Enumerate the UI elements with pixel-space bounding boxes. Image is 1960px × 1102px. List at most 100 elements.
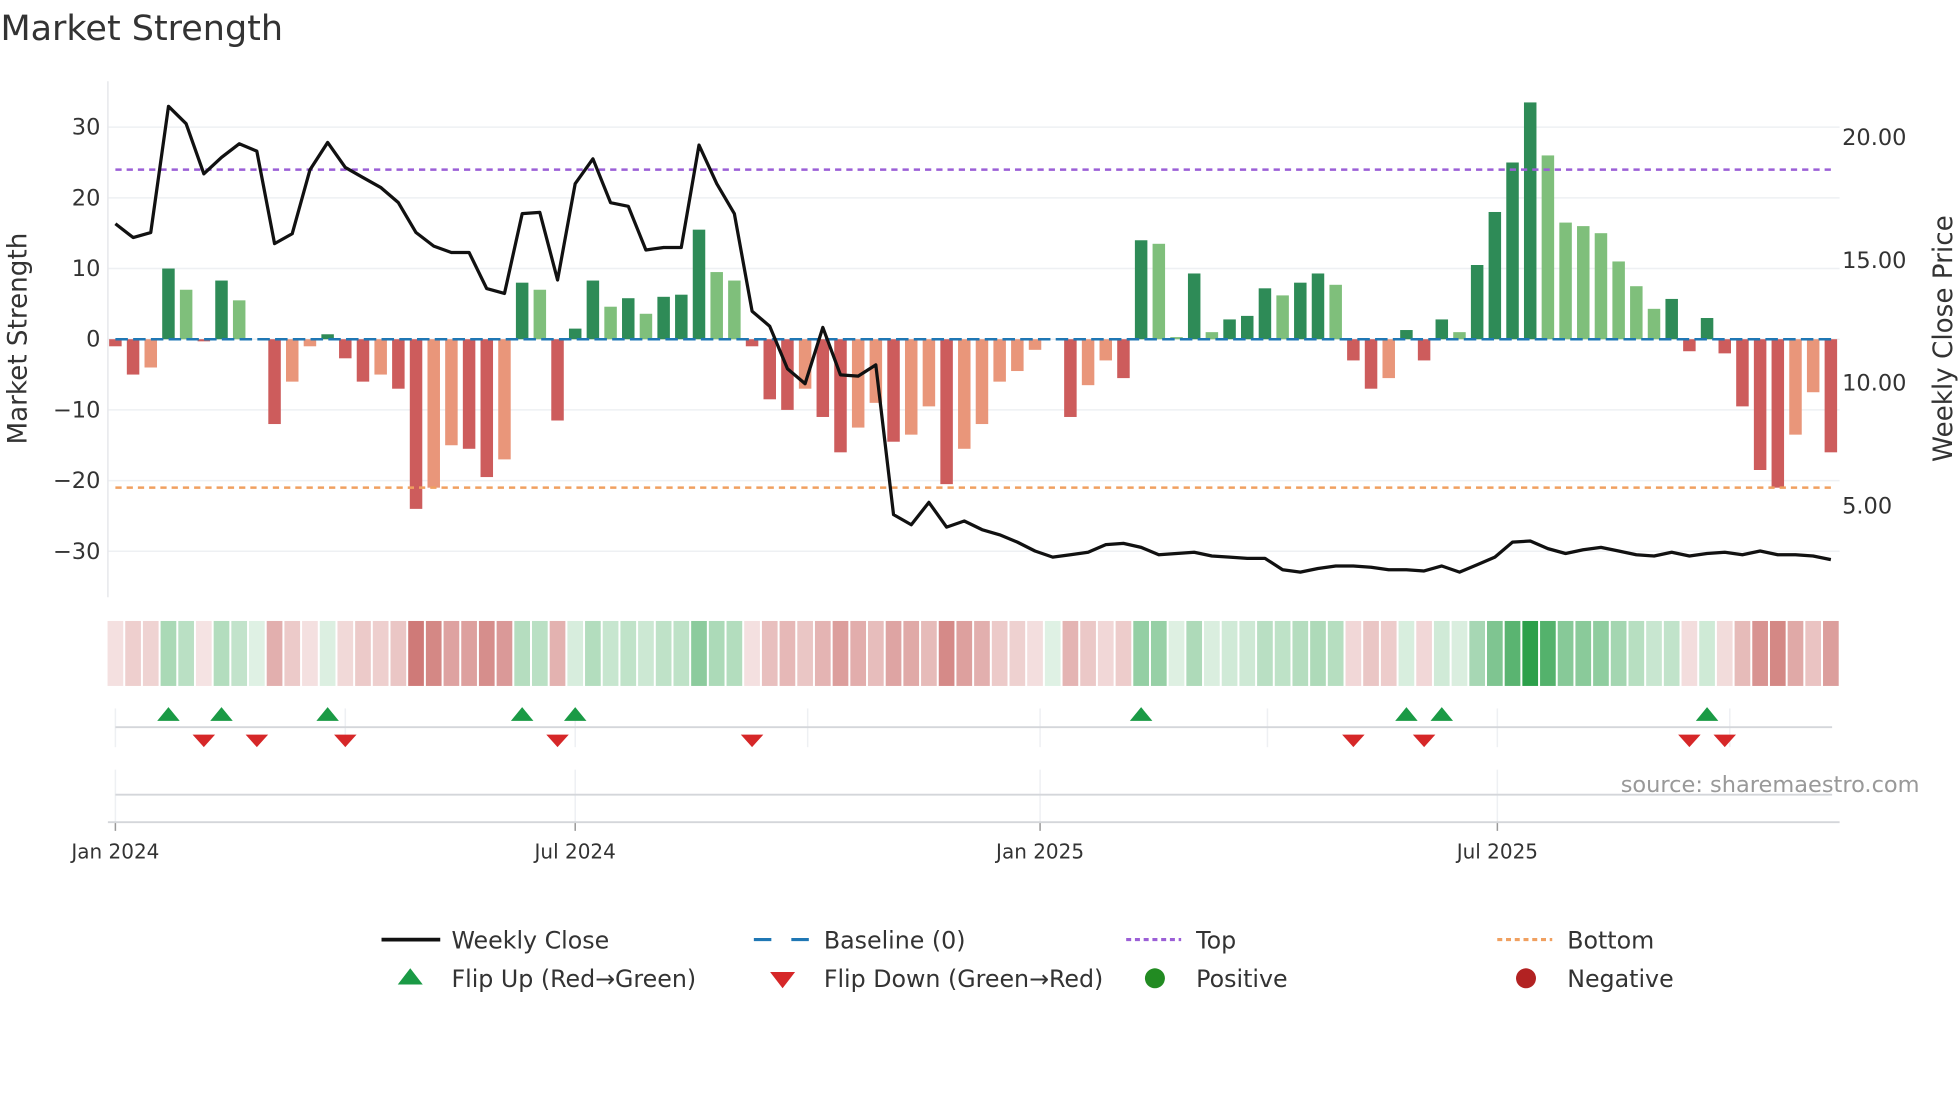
strength-bar (515, 282, 529, 340)
heatmap-cell (1027, 620, 1043, 686)
left-axis-ticks: 30 20 10 0 −10 −20 −30 (53, 115, 100, 565)
strength-bar (604, 306, 617, 340)
strength-bar (1099, 339, 1113, 361)
heatmap-cell (797, 620, 813, 686)
strength-bar (922, 339, 936, 407)
strength-bar (356, 339, 370, 382)
strength-bar (1753, 339, 1767, 470)
right-tick-label: 20.00 (1842, 125, 1906, 151)
strength-bar (1630, 286, 1643, 340)
heatmap-cell (1186, 620, 1203, 686)
strength-bar (1470, 264, 1484, 340)
heatmap-cell (337, 620, 354, 686)
strength-bar (710, 272, 723, 340)
strength-bar (1081, 339, 1095, 386)
flip-up-icon (397, 968, 423, 985)
strength-bar (975, 339, 989, 425)
heatmap-cell (461, 620, 477, 686)
strength-bar (1294, 282, 1307, 340)
flip-up-marker (1395, 707, 1418, 721)
heatmap-cell (744, 620, 760, 686)
strength-bar (551, 339, 564, 421)
heatmap-cell (1557, 620, 1574, 686)
heatmap-cell (974, 620, 990, 686)
flip-down-marker (245, 734, 269, 748)
date-axis: Jan 2024 Jul 2024 Jan 2025 Jul 2025 (69, 769, 1840, 863)
flip-up-marker (1695, 707, 1719, 721)
flip-down-marker (334, 734, 357, 748)
strength-bar (1683, 339, 1696, 352)
flip-down-icon (770, 972, 796, 989)
heatmap-cell (1628, 620, 1645, 686)
heatmap-cell (1257, 620, 1273, 686)
strength-bar (887, 339, 900, 442)
strength-bar (1594, 233, 1608, 340)
heatmap-cell (1540, 620, 1556, 686)
strength-bar (126, 339, 140, 375)
strength-bar (1417, 339, 1431, 361)
strength-bar (1400, 330, 1413, 340)
strength-bar (657, 296, 670, 340)
right-tick-label: 10.00 (1842, 371, 1906, 397)
heatmap-cell (1221, 620, 1238, 686)
heatmap-cell (1097, 620, 1114, 686)
heatmap-cell (1716, 620, 1733, 686)
legend-item: Top (1126, 926, 1236, 954)
heatmap-cell (1398, 620, 1415, 686)
strength-bars (109, 102, 1838, 509)
heatmap-cell (655, 620, 672, 686)
heatmap-cell (142, 620, 159, 686)
date-tick-label: Jul 2025 (1455, 839, 1538, 863)
strength-bar (392, 339, 405, 389)
heatmap-cell (1327, 620, 1344, 686)
legend-item: Bottom (1497, 926, 1654, 954)
heatmap-cell (673, 620, 690, 686)
strength-bar (1488, 211, 1502, 340)
heatmap-cell (1310, 620, 1326, 686)
heatmap-cell (107, 620, 124, 686)
left-tick-label: 30 (72, 115, 101, 141)
legend-label: Negative (1567, 965, 1673, 993)
legend-label: Positive (1196, 965, 1287, 993)
heatmap-cell (531, 620, 548, 686)
heatmap-cell (213, 620, 230, 686)
heatmap-cell (761, 620, 778, 686)
heatmap-cell (1133, 620, 1149, 686)
positive-dot-icon (1144, 968, 1165, 989)
heatmap-cell (478, 620, 495, 686)
heatmap-cell (1593, 620, 1609, 686)
heatmap-cell (425, 620, 442, 686)
legend-label: Flip Down (Green→Red) (824, 965, 1103, 993)
heatmap-cell (1663, 620, 1680, 686)
heatmap-cell (125, 620, 141, 686)
chart-title: Market Strength (0, 9, 283, 49)
legend-label: Flip Up (Red→Green) (451, 965, 696, 993)
heatmap-cell (496, 620, 513, 686)
strength-bar (339, 339, 352, 359)
strength-bar (374, 339, 387, 375)
heatmap-cell (1115, 620, 1132, 686)
heatmap-cell (1823, 620, 1839, 686)
strength-bar (816, 339, 830, 417)
heatmap-cell (1080, 620, 1096, 686)
legend-item: Weekly Close (381, 926, 609, 954)
strength-bar (1789, 339, 1802, 435)
right-axis-title: Weekly Close Price (1929, 215, 1959, 462)
heatmap-cell (1292, 620, 1309, 686)
heatmap-cell (1044, 620, 1061, 686)
legend-item: Flip Down (Green→Red) (770, 965, 1103, 993)
heatmap-cell (1451, 620, 1468, 686)
strength-bar (1577, 226, 1590, 340)
heatmap-cell (691, 620, 707, 686)
strength-bar (1665, 298, 1678, 340)
flip-down-marker (1678, 734, 1701, 748)
strength-bar (692, 229, 706, 340)
heatmap-cell (1345, 620, 1362, 686)
heatmap-cell (726, 620, 743, 686)
heatmap-cell (443, 620, 460, 686)
strength-bar (1258, 288, 1272, 340)
legend-item: Flip Up (Red→Green) (397, 965, 696, 993)
heatmap-cell (1062, 620, 1079, 686)
legend-label: Top (1195, 926, 1236, 954)
strength-bar (462, 339, 476, 449)
